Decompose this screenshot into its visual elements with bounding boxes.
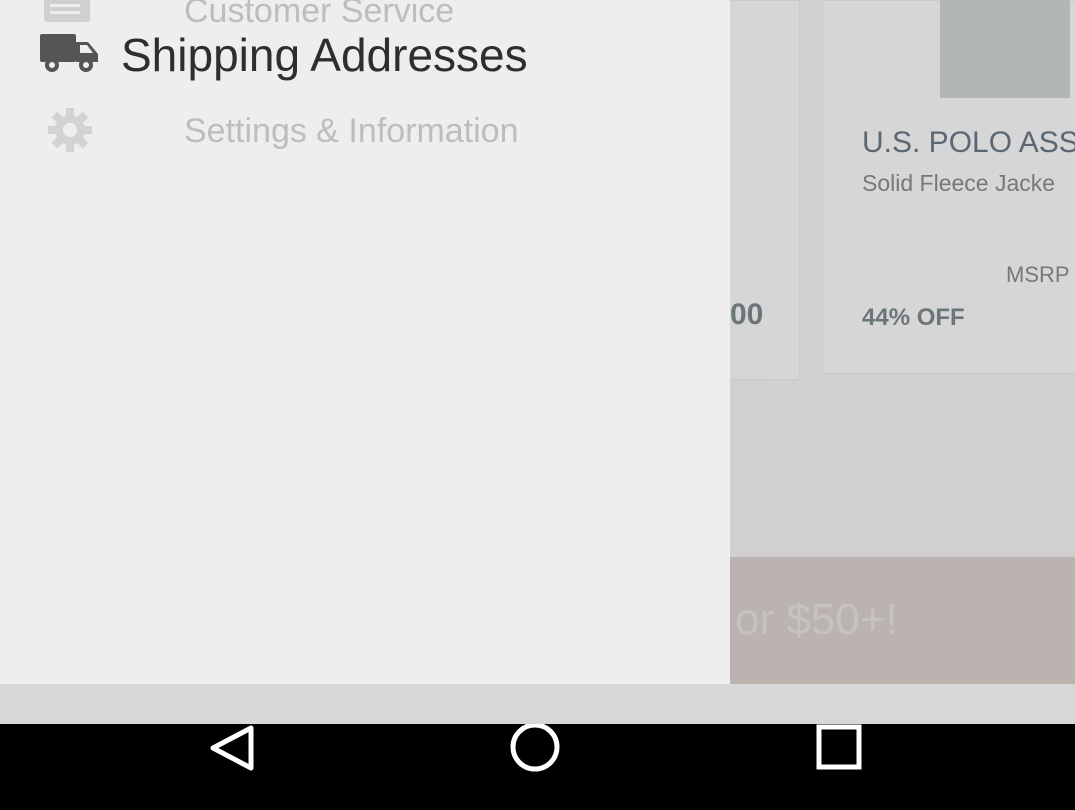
recents-square-icon bbox=[816, 724, 862, 770]
navigation-drawer: Customer Service Settings & Information bbox=[0, 0, 730, 684]
system-navigation-bar bbox=[0, 724, 1075, 810]
back-triangle-icon bbox=[210, 725, 254, 771]
bottom-gap bbox=[0, 684, 1075, 724]
dragging-item-label: Shipping Addresses bbox=[121, 29, 528, 81]
menu-item-settings[interactable]: Settings & Information bbox=[0, 100, 730, 170]
gear-icon bbox=[44, 104, 106, 154]
recents-button[interactable] bbox=[794, 724, 884, 810]
home-button[interactable] bbox=[490, 724, 580, 810]
menu-item-label: Settings & Information bbox=[184, 112, 519, 150]
back-button[interactable] bbox=[188, 724, 278, 810]
home-circle-icon bbox=[510, 724, 560, 772]
truck-icon bbox=[38, 30, 100, 81]
dragging-item-shipping-addresses[interactable]: Shipping Addresses bbox=[0, 0, 560, 110]
